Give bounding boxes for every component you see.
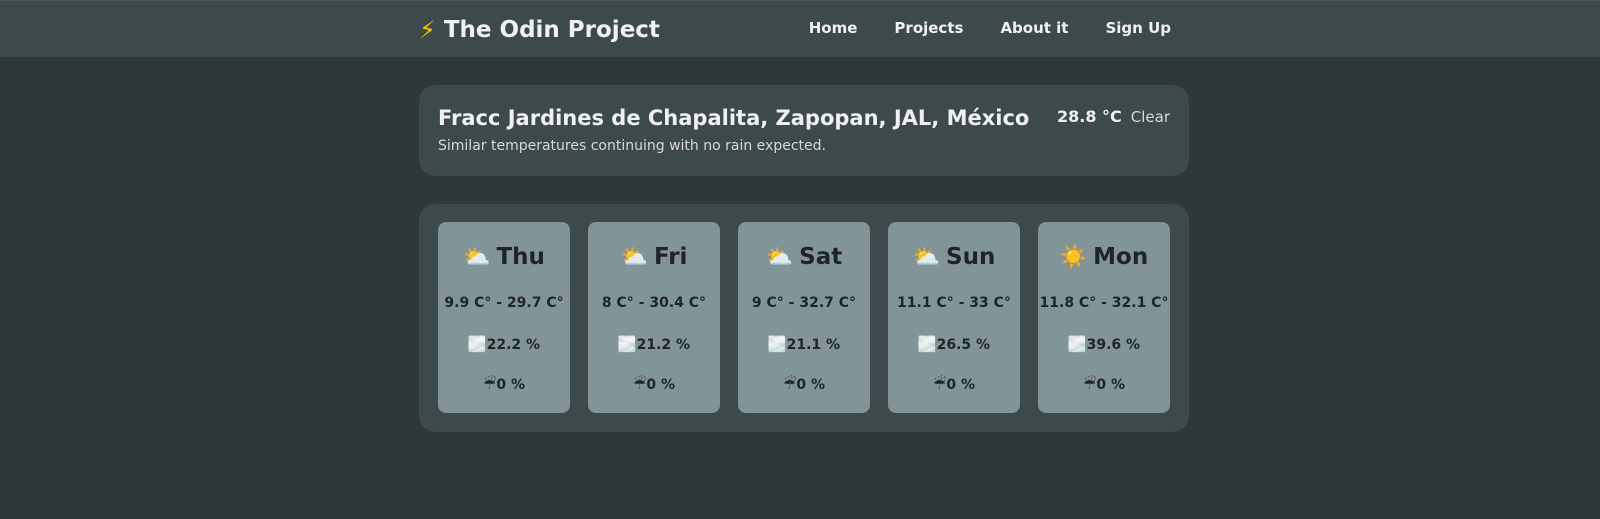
rain-value: 0 %: [796, 377, 826, 393]
forecast-panel: ⛅ Thu 9.9 C° - 29.7 C° 🌫️22.2 % ☔0 % ⛅ F…: [419, 204, 1189, 432]
rain-value: 0 %: [946, 377, 976, 393]
rain-value: 0 %: [1096, 377, 1126, 393]
umbrella-icon: ☔: [1082, 375, 1097, 393]
nav-links: Home Projects About it Sign Up: [809, 19, 1171, 37]
temperature-range: 11.1 C° - 33 C°: [897, 295, 1011, 311]
nav-link-home[interactable]: Home: [809, 19, 858, 37]
cloud-cover: 🌫️22.2 %: [438, 335, 570, 353]
sun-icon: ☀️: [1059, 244, 1088, 270]
partly-cloudy-icon: ⛅: [463, 244, 491, 270]
rain-value: 0 %: [496, 377, 526, 393]
nav-link-projects[interactable]: Projects: [894, 19, 963, 37]
nav-link-about[interactable]: About it: [1000, 19, 1068, 37]
day-header: ⛅ Sun: [888, 244, 1020, 270]
current-conditions: 28.8 °C Clear: [1057, 107, 1170, 126]
forecast-card-sun: ⛅ Sun 11.1 C° - 33 C° 🌫️26.5 % ☔0 %: [888, 222, 1020, 413]
umbrella-icon: ☔: [782, 375, 797, 393]
weather-summary: Similar temperatures continuing with no …: [438, 138, 826, 154]
nav-link-signup[interactable]: Sign Up: [1105, 19, 1171, 37]
fog-icon: 🌫️: [467, 335, 487, 353]
current-temperature: 28.8 °C: [1056, 107, 1122, 126]
current-weather-panel: Fracc Jardines de Chapalita, Zapopan, JA…: [419, 85, 1189, 176]
forecast-card-fri: ⛅ Fri 8 C° - 30.4 C° 🌫️21.2 % ☔0 %: [588, 222, 720, 413]
partly-cloudy-icon: ⛅: [620, 244, 648, 270]
cloud-cover: 🌫️21.1 %: [738, 335, 870, 353]
rain-chance: ☔0 %: [1038, 375, 1170, 393]
day-header: ☀️ Mon: [1038, 244, 1170, 270]
cloud-value: 21.2 %: [636, 337, 691, 353]
day-name: Mon: [1093, 244, 1149, 270]
fog-icon: 🌫️: [1067, 335, 1087, 353]
umbrella-icon: ☔: [932, 375, 947, 393]
rain-chance: ☔0 %: [438, 375, 570, 393]
lightning-icon: ⚡: [419, 16, 436, 44]
brand-title: The Odin Project: [443, 17, 660, 43]
rain-value: 0 %: [646, 377, 676, 393]
partly-cloudy-icon: ⛅: [765, 244, 794, 270]
cloud-value: 21.1 %: [786, 337, 841, 353]
location-title: Fracc Jardines de Chapalita, Zapopan, JA…: [438, 106, 1030, 130]
day-name: Fri: [653, 244, 688, 270]
day-header: ⛅ Sat: [738, 244, 870, 270]
umbrella-icon: ☔: [482, 375, 497, 393]
cloud-value: 39.6 %: [1086, 337, 1141, 353]
cloud-cover: 🌫️26.5 %: [888, 335, 1020, 353]
partly-cloudy-icon: ⛅: [912, 244, 941, 270]
day-name: Thu: [496, 244, 545, 270]
forecast-card-thu: ⛅ Thu 9.9 C° - 29.7 C° 🌫️22.2 % ☔0 %: [438, 222, 570, 413]
fog-icon: 🌫️: [767, 335, 787, 353]
temperature-range: 9.9 C° - 29.7 C°: [444, 295, 564, 311]
day-header: ⛅ Fri: [588, 244, 720, 270]
rain-chance: ☔0 %: [588, 375, 720, 393]
navbar: ⚡ The Odin Project Home Projects About i…: [0, 0, 1600, 57]
temperature-range: 9 C° - 32.7 C°: [751, 295, 857, 311]
rain-chance: ☔0 %: [888, 375, 1020, 393]
current-condition: Clear: [1130, 108, 1170, 126]
temperature-range: 11.8 C° - 32.1 C°: [1039, 295, 1169, 311]
cloud-value: 22.2 %: [486, 337, 541, 353]
temperature-range: 8 C° - 30.4 C°: [601, 295, 707, 311]
cloud-value: 26.5 %: [936, 337, 991, 353]
forecast-card-sat: ⛅ Sat 9 C° - 32.7 C° 🌫️21.1 % ☔0 %: [738, 222, 870, 413]
fog-icon: 🌫️: [617, 335, 637, 353]
umbrella-icon: ☔: [632, 375, 647, 393]
rain-chance: ☔0 %: [738, 375, 870, 393]
cloud-cover: 🌫️21.2 %: [588, 335, 720, 353]
forecast-card-mon: ☀️ Mon 11.8 C° - 32.1 C° 🌫️39.6 % ☔0 %: [1038, 222, 1170, 413]
day-header: ⛅ Thu: [438, 244, 570, 270]
brand[interactable]: ⚡ The Odin Project: [419, 13, 660, 47]
fog-icon: 🌫️: [917, 335, 937, 353]
day-name: Sun: [946, 244, 996, 270]
cloud-cover: 🌫️39.6 %: [1038, 335, 1170, 353]
day-name: Sat: [799, 244, 843, 270]
